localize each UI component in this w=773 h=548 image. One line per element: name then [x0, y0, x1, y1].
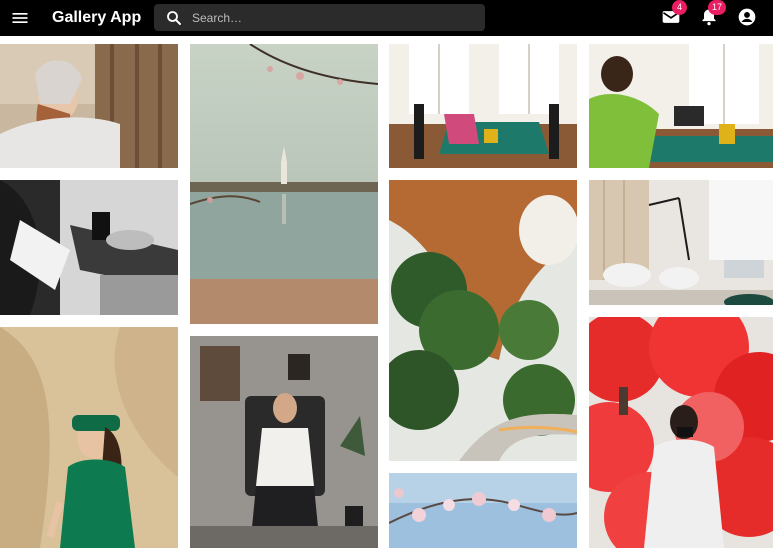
man-armchair-photo [190, 336, 378, 548]
photo-tile[interactable] [190, 336, 378, 548]
notifications-badge: 17 [708, 0, 727, 15]
photo-tile[interactable] [589, 44, 773, 168]
photo-tile[interactable] [589, 317, 773, 548]
monument-reflection-photo [190, 44, 378, 324]
woman-laptop-photo [589, 44, 773, 168]
mail-button[interactable]: 4 [661, 0, 687, 29]
mail-badge: 4 [672, 0, 687, 15]
woman-green-outfit-photo [0, 327, 178, 548]
photo-tile[interactable] [190, 44, 378, 324]
account-circle-icon [738, 8, 756, 26]
photo-tile[interactable] [389, 473, 577, 548]
reading-photo [0, 180, 178, 315]
menu-button[interactable] [9, 8, 31, 28]
photo-tile[interactable] [0, 327, 178, 548]
pink-blossoms-photo [389, 473, 577, 548]
search-box[interactable] [154, 4, 485, 31]
photo-tile[interactable] [0, 44, 178, 168]
red-smoke-photo [589, 317, 773, 548]
photo-tile[interactable] [389, 180, 577, 461]
notifications-button[interactable]: 17 [699, 0, 727, 29]
app-title: Gallery App [52, 9, 142, 26]
dining-room-photo [389, 44, 577, 168]
indoor-garden-photo [389, 180, 577, 461]
photo-tile[interactable] [589, 180, 773, 305]
photo-tile[interactable] [0, 180, 178, 315]
menu-icon [12, 13, 28, 23]
account-button[interactable] [737, 7, 759, 29]
woman-fence-photo [0, 44, 178, 168]
app-bar: Gallery App 4 17 [0, 0, 773, 36]
photo-tile[interactable] [389, 44, 577, 168]
office-lounge-photo [589, 180, 773, 305]
search-icon [167, 11, 181, 25]
search-input[interactable] [192, 8, 472, 27]
